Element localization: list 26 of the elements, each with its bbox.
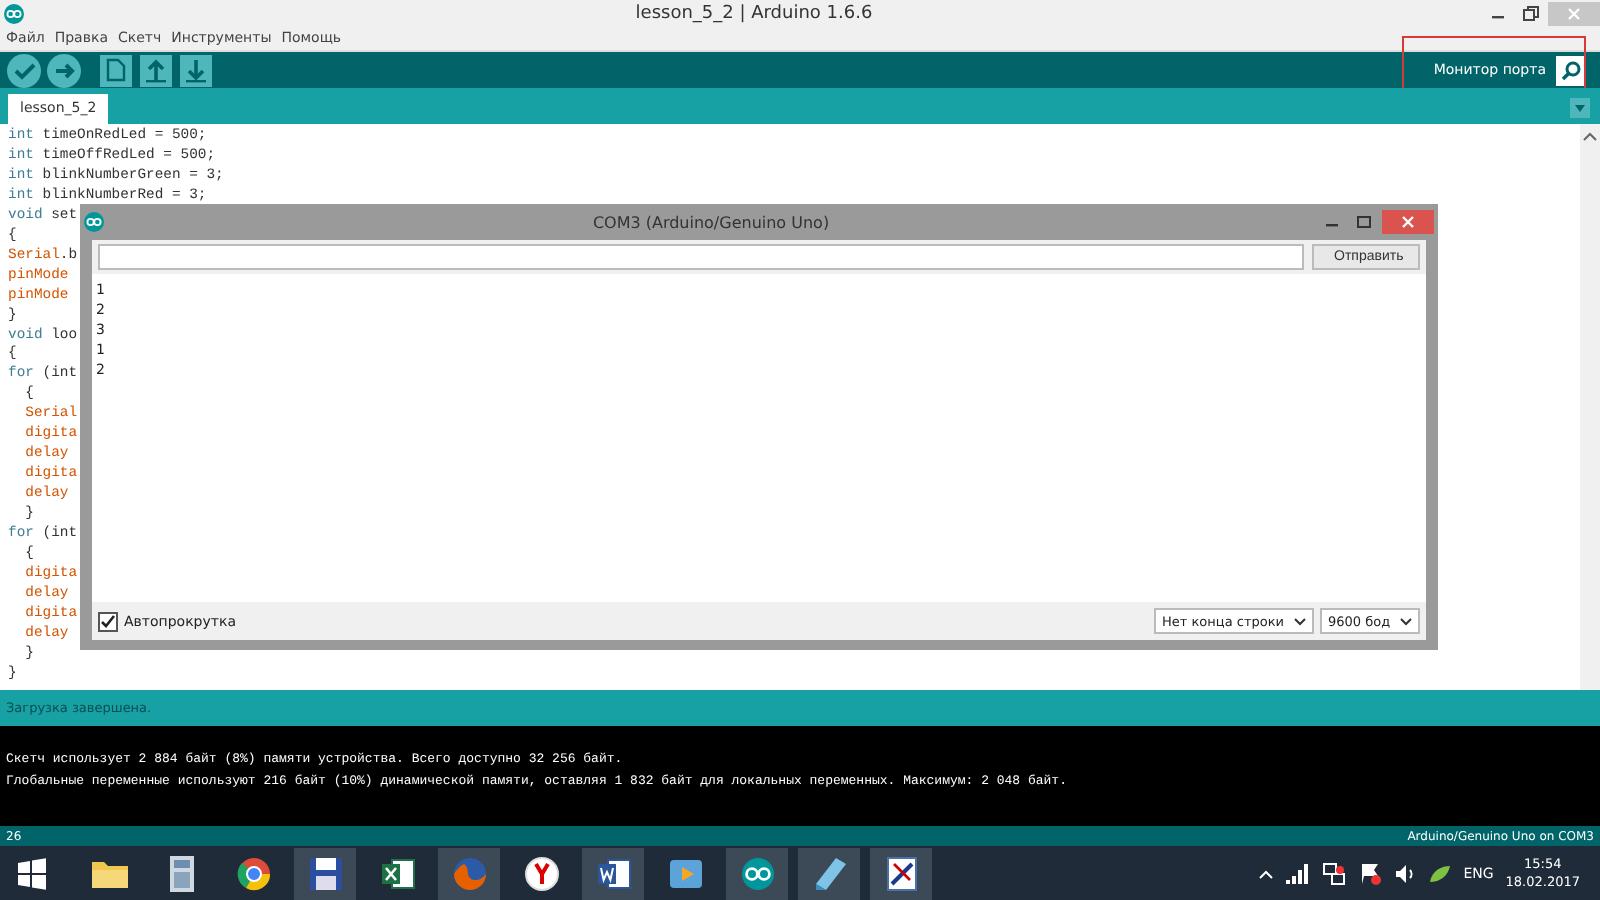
chevron-up-icon[interactable]	[1257, 867, 1274, 879]
scrollbar[interactable]	[1580, 124, 1600, 690]
chevron-down-icon	[1294, 617, 1306, 625]
search-icon[interactable]	[1556, 55, 1586, 85]
signal-bars-icon[interactable]	[1285, 863, 1310, 883]
checkbox[interactable]	[98, 611, 118, 631]
network-icon[interactable]	[1321, 861, 1346, 885]
check-icon[interactable]	[6, 51, 42, 89]
window-title: lesson_5_2 | Arduino 1.6.6	[633, 3, 875, 23]
dropdown-icon[interactable]	[1570, 98, 1590, 118]
arduino-logo-icon	[84, 212, 104, 232]
flag-icon[interactable]	[1357, 861, 1382, 885]
taskbar-button[interactable]	[726, 847, 788, 899]
scroll-up-icon[interactable]	[1582, 130, 1598, 142]
windows-logo-icon[interactable]	[16, 857, 48, 889]
new-file-icon[interactable]	[98, 51, 134, 89]
leaf-icon[interactable]	[1427, 863, 1452, 883]
input-field[interactable]	[98, 244, 1304, 270]
arduino-logo-icon	[4, 3, 24, 23]
taskbar-button[interactable]	[870, 847, 932, 899]
chevron-down-icon	[1400, 617, 1412, 625]
taskbar-button[interactable]	[582, 847, 644, 899]
taskbar-button[interactable]	[294, 847, 356, 899]
close-icon[interactable]	[1382, 210, 1434, 234]
speaker-icon[interactable]	[1393, 863, 1416, 883]
window-title: COM3 (Arduino/Genuino Uno)	[590, 213, 832, 231]
